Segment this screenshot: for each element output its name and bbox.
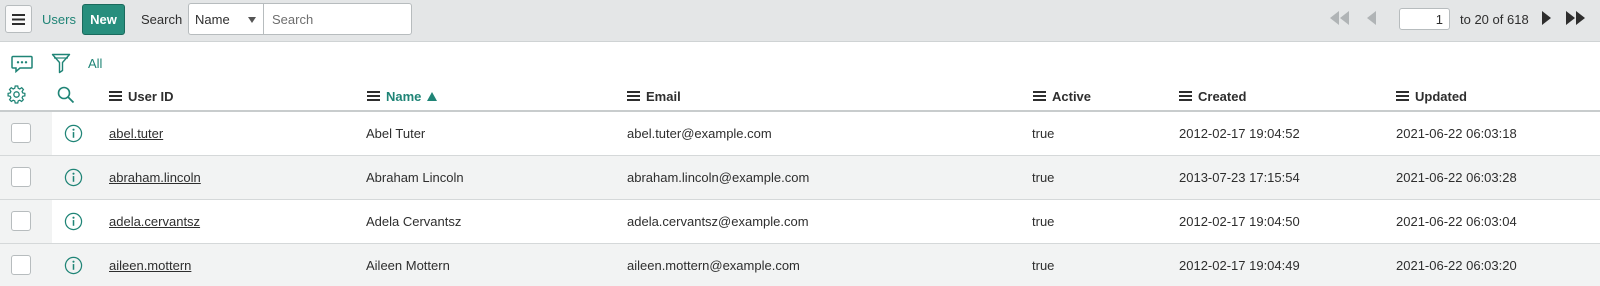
column-menu-icon[interactable] xyxy=(109,90,122,102)
list-header-bar: Users New Search Name to 20 of 618 xyxy=(0,0,1600,42)
email-cell: abel.tuter@example.com xyxy=(627,126,772,141)
table-row: aileen.mottern Aileen Mottern aileen.mot… xyxy=(0,244,1600,286)
user-id-link[interactable]: abraham.lincoln xyxy=(109,170,201,185)
new-button[interactable]: New xyxy=(82,4,125,35)
table-row: abraham.lincoln Abraham Lincoln abraham.… xyxy=(0,156,1600,200)
sort-ascending-icon xyxy=(427,91,438,101)
chevron-down-icon xyxy=(248,17,256,23)
search-label: Search xyxy=(141,12,183,27)
column-menu-icon[interactable] xyxy=(367,90,380,102)
column-label: User ID xyxy=(128,88,174,104)
created-cell: 2012-02-17 19:04:52 xyxy=(1179,126,1300,141)
row-checkbox[interactable] xyxy=(11,167,31,187)
gear-icon[interactable] xyxy=(7,85,26,104)
info-icon[interactable] xyxy=(64,256,83,275)
active-cell: true xyxy=(1032,214,1055,229)
row-checkbox[interactable] xyxy=(11,211,31,231)
name-cell: Adela Cervantsz xyxy=(366,214,462,229)
column-header-active[interactable]: Active xyxy=(1033,86,1091,106)
next-page-icon[interactable] xyxy=(1541,11,1553,25)
filter-icon[interactable] xyxy=(51,53,71,74)
updated-cell: 2021-06-22 06:03:20 xyxy=(1396,258,1517,273)
active-cell: true xyxy=(1032,170,1055,185)
active-cell: true xyxy=(1032,126,1055,141)
email-cell: abraham.lincoln@example.com xyxy=(627,170,810,185)
filter-breadcrumb-all[interactable]: All xyxy=(88,56,102,71)
last-page-icon[interactable] xyxy=(1565,11,1587,25)
table-row: abel.tuter Abel Tuter abel.tuter@example… xyxy=(0,112,1600,156)
row-checkbox[interactable] xyxy=(11,123,31,143)
row-checkbox[interactable] xyxy=(11,255,31,275)
column-label: Name xyxy=(386,88,422,104)
column-header-created[interactable]: Created xyxy=(1179,86,1246,106)
name-cell: Aileen Mottern xyxy=(366,258,450,273)
name-cell: Abel Tuter xyxy=(366,126,426,141)
column-label: Created xyxy=(1198,88,1247,104)
user-id-link[interactable]: abel.tuter xyxy=(109,126,163,141)
column-header-email[interactable]: Email xyxy=(627,86,681,106)
column-menu-icon[interactable] xyxy=(1396,90,1409,102)
hamburger-icon xyxy=(12,13,25,25)
column-header-name[interactable]: Name xyxy=(367,86,438,106)
list-menu-button[interactable] xyxy=(5,5,32,33)
previous-page-icon[interactable] xyxy=(1366,11,1378,25)
updated-cell: 2021-06-22 06:03:28 xyxy=(1396,170,1517,185)
created-cell: 2012-02-17 19:04:50 xyxy=(1179,214,1300,229)
info-icon[interactable] xyxy=(64,212,83,231)
updated-cell: 2021-06-22 06:03:18 xyxy=(1396,126,1517,141)
column-header-user-id[interactable]: User ID xyxy=(109,86,174,106)
search-icon[interactable] xyxy=(57,86,75,104)
column-label: Active xyxy=(1052,88,1092,104)
name-cell: Abraham Lincoln xyxy=(366,170,464,185)
comment-icon[interactable] xyxy=(11,55,33,73)
created-cell: 2012-02-17 19:04:49 xyxy=(1179,258,1300,273)
column-label: Updated xyxy=(1415,88,1467,104)
list-title[interactable]: Users xyxy=(42,12,76,27)
search-field-value: Name xyxy=(195,12,230,27)
first-page-icon[interactable] xyxy=(1329,11,1351,25)
active-cell: true xyxy=(1032,258,1055,273)
page-range-text: to 20 of 618 xyxy=(1460,12,1529,27)
page-number-input[interactable] xyxy=(1399,8,1450,30)
updated-cell: 2021-06-22 06:03:04 xyxy=(1396,214,1517,229)
column-header-updated[interactable]: Updated xyxy=(1396,86,1467,106)
info-icon[interactable] xyxy=(64,124,83,143)
info-icon[interactable] xyxy=(64,168,83,187)
email-cell: adela.cervantsz@example.com xyxy=(627,214,809,229)
search-input[interactable] xyxy=(263,3,412,35)
column-label: Email xyxy=(646,88,681,104)
user-id-link[interactable]: aileen.mottern xyxy=(109,258,191,273)
table-row: adela.cervantsz Adela Cervantsz adela.ce… xyxy=(0,200,1600,244)
user-id-link[interactable]: adela.cervantsz xyxy=(109,214,200,229)
created-cell: 2013-07-23 17:15:54 xyxy=(1179,170,1300,185)
column-menu-icon[interactable] xyxy=(627,90,640,102)
column-menu-icon[interactable] xyxy=(1179,90,1192,102)
column-menu-icon[interactable] xyxy=(1033,90,1046,102)
search-field-select[interactable]: Name xyxy=(188,3,263,35)
email-cell: aileen.mottern@example.com xyxy=(627,258,800,273)
